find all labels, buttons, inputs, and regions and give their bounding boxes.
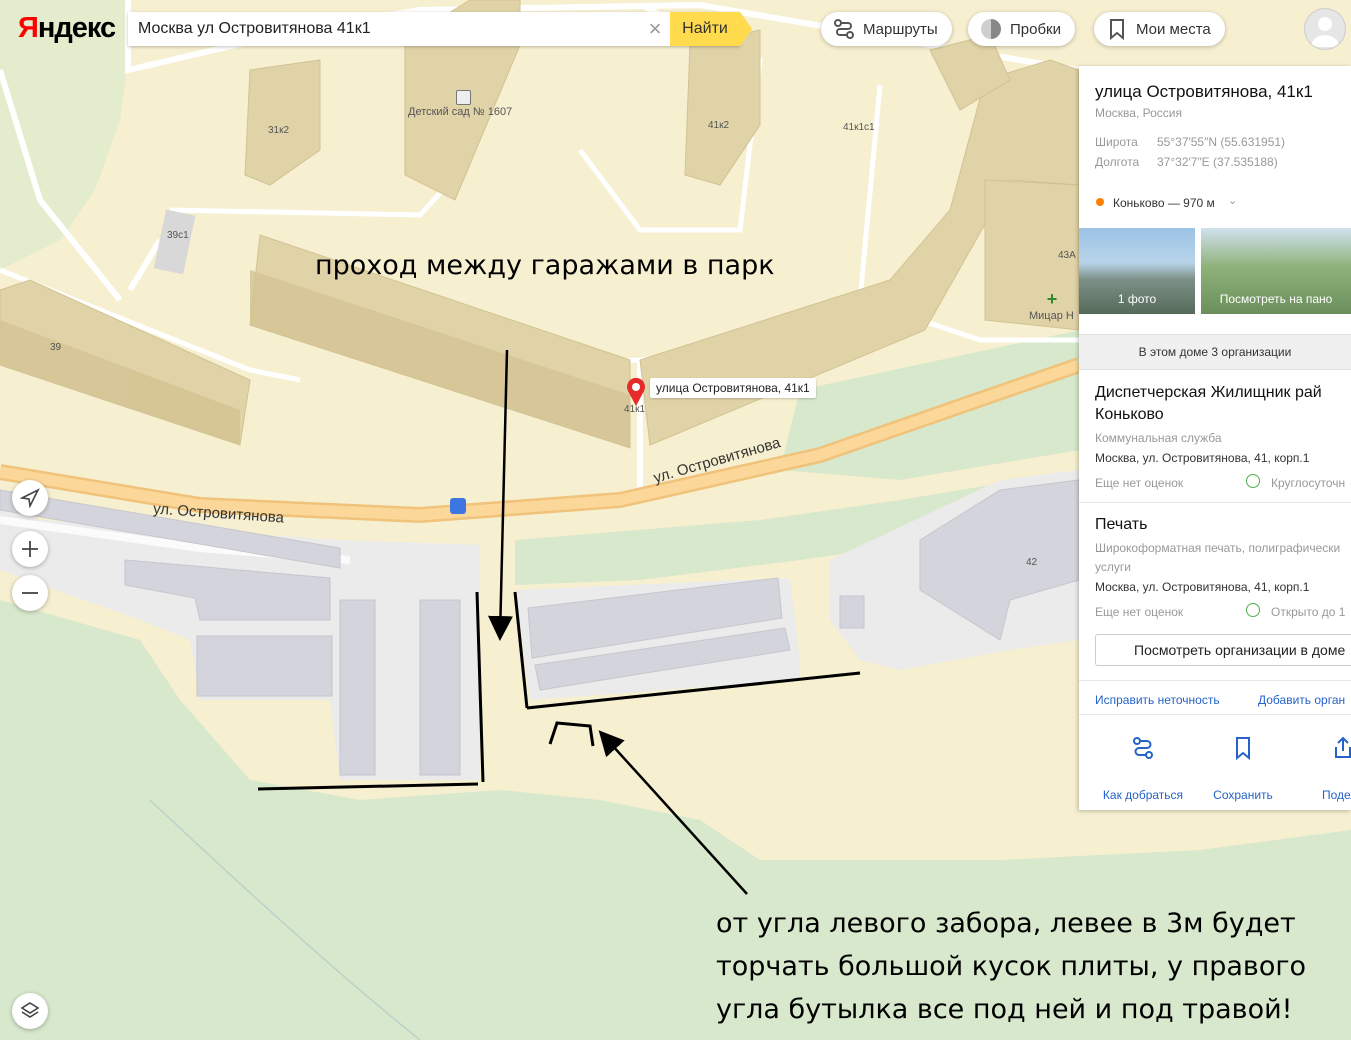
org-category: Коммунальная служба <box>1095 431 1222 445</box>
organizations-count[interactable]: В этом доме 3 организации <box>1079 334 1351 370</box>
fix-inaccuracy-link[interactable]: Исправить неточность <box>1095 693 1220 707</box>
annotation-top: проход между гаражами в парк <box>315 250 775 281</box>
view-organizations-button[interactable]: Посмотреть организации в доме <box>1095 634 1351 666</box>
location-arrow-icon <box>20 488 40 508</box>
search-button[interactable]: Найти <box>670 12 752 46</box>
photo-thumbnail[interactable]: 1 фото <box>1079 228 1195 314</box>
zoom-out-button[interactable] <box>12 575 48 611</box>
latitude-label: Широта <box>1095 135 1138 149</box>
org-rating: Еще нет оценок <box>1095 476 1184 490</box>
route-action-button[interactable]: Как добраться <box>1093 730 1193 802</box>
save-action-label: Сохранить <box>1213 788 1273 802</box>
annotation-bottom-line2: торчать большой кусок плиты, у правого <box>716 951 1307 982</box>
org-hours: Круглосуточн <box>1271 476 1346 490</box>
share-action-label: Подели <box>1321 788 1351 802</box>
save-action-button[interactable]: Сохранить <box>1193 730 1293 802</box>
my-places-button[interactable]: Мои места <box>1094 12 1225 46</box>
avatar[interactable] <box>1304 8 1346 50</box>
route-icon <box>1093 730 1193 766</box>
share-action-button[interactable]: Подели <box>1293 730 1351 802</box>
traffic-button[interactable]: Пробки <box>968 12 1075 46</box>
org-address: Москва, ул. Островитянова, 41, корп.1 <box>1095 580 1310 594</box>
fence-line <box>513 591 529 709</box>
routes-button[interactable]: Маршруты <box>821 12 952 46</box>
latitude-value[interactable]: 55°37′55″N (55.631951) <box>1157 135 1285 149</box>
my-places-label: Мои места <box>1136 20 1211 38</box>
divider <box>1079 680 1351 681</box>
place-card: улица Островитянова, 41к1 Москва, Россия… <box>1079 66 1351 810</box>
share-icon <box>1293 730 1351 766</box>
search-bar: × Найти <box>128 12 752 46</box>
org-name[interactable]: Диспетчерская Жилищник рай <box>1095 382 1322 404</box>
traffic-icon <box>980 18 1002 40</box>
zoom-in-button[interactable] <box>12 531 48 567</box>
org-category: услуги <box>1095 560 1131 574</box>
add-organization-link[interactable]: Добавить орган <box>1258 693 1345 707</box>
yandex-logo[interactable]: Яндекс <box>18 12 116 45</box>
clock-icon <box>1246 474 1260 488</box>
bookmark-icon <box>1106 18 1128 40</box>
metro-icon <box>1096 198 1104 206</box>
org-rating: Еще нет оценок <box>1095 605 1184 619</box>
panorama-thumbnail[interactable]: Посмотреть на пано <box>1201 228 1351 314</box>
clear-icon[interactable]: × <box>640 12 670 46</box>
traffic-label: Пробки <box>1010 20 1061 38</box>
fence-line <box>475 591 485 783</box>
place-subtitle: Москва, Россия <box>1095 106 1182 120</box>
annotation-bottom-line1: от угла левого забора, левее в 3м будет <box>716 908 1296 939</box>
org-address: Москва, ул. Островитянова, 41, корп.1 <box>1095 451 1310 465</box>
annotation-bottom-line3: угла бутылка все под ней и под травой! <box>716 994 1293 1025</box>
divider <box>1079 714 1351 715</box>
metro-link[interactable]: Коньково — 970 м <box>1113 196 1215 210</box>
minus-icon <box>22 592 38 594</box>
layers-button[interactable] <box>12 993 48 1029</box>
layers-icon <box>20 1002 40 1018</box>
route-action-label: Как добраться <box>1102 788 1184 802</box>
org-name[interactable]: Печать <box>1095 514 1147 536</box>
search-input[interactable] <box>128 12 640 46</box>
org-name[interactable]: Коньково <box>1095 404 1164 426</box>
logo-text: ндекс <box>37 12 116 44</box>
panorama-caption: Посмотреть на пано <box>1219 292 1333 306</box>
longitude-value[interactable]: 37°32′7″E (37.535188) <box>1157 155 1278 169</box>
arrow-up-left <box>598 730 748 895</box>
longitude-label: Долгота <box>1095 155 1140 169</box>
routes-label: Маршруты <box>863 20 938 38</box>
divider <box>1079 502 1351 503</box>
org-hours: Открыто до 1 <box>1271 605 1346 619</box>
arrow-down <box>487 349 513 641</box>
fence-line <box>526 671 861 710</box>
plus-icon <box>22 541 38 557</box>
chevron-down-icon[interactable]: ⌄ <box>1228 194 1237 207</box>
fence-line <box>257 782 479 791</box>
clock-icon <box>1246 603 1260 617</box>
geolocation-button[interactable] <box>12 480 48 516</box>
place-title: улица Островитянова, 41к1 <box>1095 82 1313 101</box>
slab-mark <box>548 721 595 747</box>
route-icon <box>833 18 855 40</box>
photo-caption: 1 фото <box>1117 292 1157 306</box>
bookmark-icon <box>1193 730 1293 766</box>
org-category: Широкоформатная печать, полиграфически <box>1095 541 1341 555</box>
